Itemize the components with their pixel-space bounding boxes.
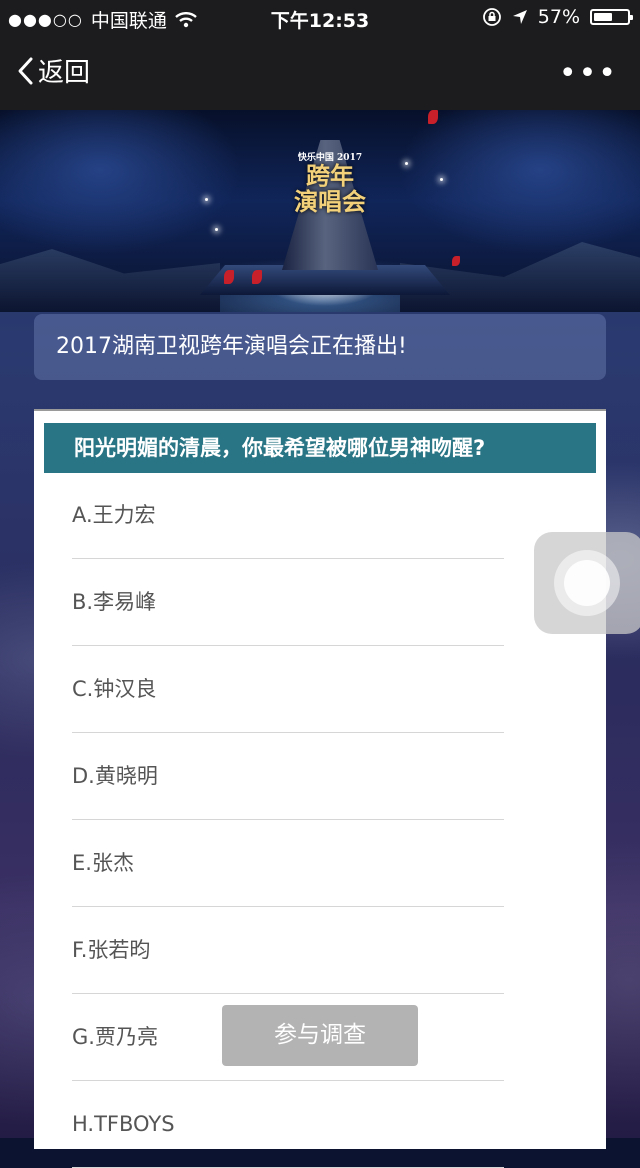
- option-c[interactable]: C.钟汉良: [72, 646, 504, 733]
- event-banner: 快乐中国 2017 跨年 演唱会: [0, 110, 640, 312]
- petal-icon: [252, 270, 262, 284]
- submit-survey-button[interactable]: 参与调查: [222, 1005, 418, 1066]
- option-f[interactable]: F.张若昀: [72, 907, 504, 994]
- battery-percent: 57%: [537, 6, 580, 28]
- option-a[interactable]: A.王力宏: [72, 473, 504, 559]
- petal-icon: [428, 110, 438, 124]
- petal-icon: [452, 256, 460, 266]
- banner-logo: 快乐中国 2017 跨年 演唱会: [282, 150, 378, 215]
- battery-icon: [590, 9, 633, 25]
- star-icon: [215, 228, 218, 231]
- back-button[interactable]: 返回: [16, 52, 90, 89]
- rotation-lock-icon: [482, 8, 501, 26]
- assistive-touch-core: [564, 560, 610, 606]
- nav-bar: 返回 •••: [0, 36, 640, 110]
- banner-logo-line3: 演唱会: [294, 187, 366, 216]
- more-menu-button[interactable]: •••: [559, 56, 618, 91]
- status-right: 57%: [482, 6, 633, 28]
- option-e[interactable]: E.张杰: [72, 820, 504, 907]
- petal-icon: [224, 270, 234, 284]
- back-label: 返回: [38, 58, 91, 88]
- battery-fill: [594, 13, 613, 21]
- survey-question: 阳光明媚的清晨，你最希望被哪位男神吻醒?: [44, 423, 596, 473]
- chevron-left-icon: [18, 57, 33, 84]
- location-arrow-icon: [512, 10, 527, 24]
- assistive-touch-button[interactable]: [534, 532, 640, 634]
- star-icon: [440, 178, 443, 181]
- broadcast-notice: 2017湖南卫视跨年演唱会正在播出!: [34, 314, 606, 380]
- option-h[interactable]: H.TFBOYS: [72, 1081, 504, 1168]
- status-bar: ●●●○○ 中国联通 下午12:53 57%: [0, 0, 640, 36]
- star-icon: [405, 162, 408, 165]
- banner-logo-line2: 跨年: [306, 161, 354, 190]
- option-b[interactable]: B.李易峰: [72, 559, 504, 646]
- star-icon: [205, 198, 208, 201]
- banner-mountain-left: [0, 249, 220, 312]
- option-d[interactable]: D.黄晓明: [72, 733, 504, 820]
- banner-mountain-right: [400, 242, 640, 312]
